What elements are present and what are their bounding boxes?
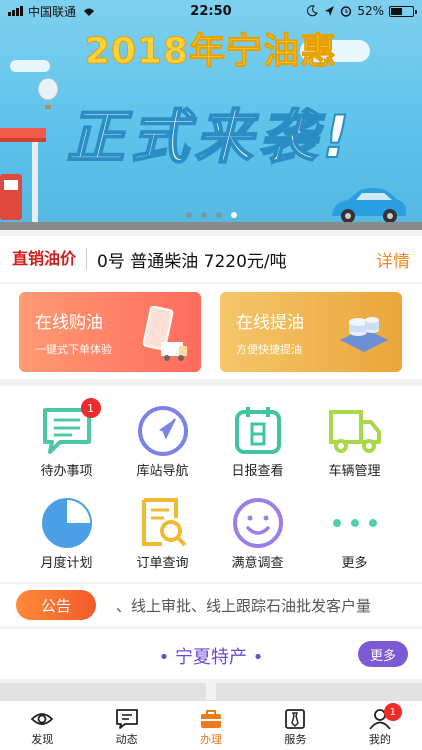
special-products-header: • 宁夏特产 • 更多 (0, 629, 422, 679)
oil-price-bar: 直销油价 0号 普通柴油 7220元/吨 详情 (0, 236, 422, 282)
announcement-tag: 公告 (16, 590, 96, 620)
grid-item-daily-report[interactable]: 日报查看 (205, 386, 310, 479)
battery-icon (389, 5, 417, 17)
tab-label: 我的 (368, 733, 391, 746)
status-time: 22:50 (190, 3, 232, 19)
price-text: 0号 普通柴油 7220元/吨 (97, 251, 287, 272)
announcement-bar[interactable]: 公告 、线上审批、线上跟踪石油批发客户量 (0, 584, 422, 626)
status-bar: 中国联通 22:50 52% (0, 0, 422, 22)
carousel-dot[interactable] (200, 212, 207, 218)
grid-item-monthly-plan[interactable]: 月度计划 (14, 478, 119, 571)
announcement-text: 、线上审批、线上跟踪石油批发客户量 (116, 596, 372, 615)
grid-label: 满意调查 (231, 556, 284, 571)
grid-label: 日报查看 (231, 464, 284, 479)
moon-icon (307, 5, 319, 17)
feature-grid: 1 待办事项 库站导航 日报查看 车辆管理 月度计划 订单查询 满意调查 更多 (0, 386, 422, 582)
special-more-button[interactable]: 更多 (358, 641, 408, 667)
carrier-label: 中国联通 (28, 4, 77, 19)
smile-icon (230, 496, 286, 550)
grid-item-vehicles[interactable]: 车辆管理 (302, 386, 407, 479)
order-search-icon (135, 496, 191, 550)
user-icon: 1 (368, 703, 402, 731)
location-icon (325, 6, 335, 16)
grid-label: 更多 (341, 556, 368, 571)
quick-actions: 在线购油 一键式下单体验 在线提油 方便快捷提油 (0, 284, 422, 379)
calendar-icon (230, 404, 286, 458)
tab-handle[interactable]: 办理 (169, 701, 253, 750)
tab-label: 发现 (31, 733, 54, 746)
grid-label: 订单查询 (136, 556, 189, 571)
grid-item-more[interactable]: 更多 (302, 478, 407, 571)
online-pickup-card[interactable]: 在线提油 方便快捷提油 (220, 292, 402, 372)
promo-banner[interactable]: 2018年宁油惠 正式来袭! (0, 0, 422, 230)
more-icon (327, 496, 383, 550)
tab-mine[interactable]: 1 我的 (338, 701, 422, 750)
storage-tank-icon (340, 317, 388, 352)
tie-icon (284, 707, 306, 731)
car-illustration (332, 188, 406, 223)
online-buy-card[interactable]: 在线购油 一键式下单体验 (19, 292, 201, 372)
battery-percent: 52% (357, 4, 384, 18)
carousel-dot[interactable] (185, 212, 192, 218)
mine-badge: 1 (383, 703, 402, 721)
tab-label: 服务 (284, 733, 307, 746)
battery-level (391, 7, 402, 15)
pie-chart-icon (39, 496, 95, 550)
alarm-icon (341, 6, 352, 17)
message-icon: 1 (39, 398, 101, 458)
grid-item-order-search[interactable]: 订单查询 (110, 478, 215, 571)
todo-badge: 1 (80, 398, 101, 418)
tab-news[interactable]: 动态 (84, 701, 168, 750)
tab-discover[interactable]: 发现 (0, 701, 84, 750)
tab-label: 动态 (115, 733, 138, 746)
navigation-icon (135, 404, 191, 458)
grid-item-survey[interactable]: 满意调查 (205, 478, 310, 571)
news-icon (115, 707, 139, 731)
bottom-tab-bar: 发现 动态 办理 服务 1 我的 (0, 700, 422, 750)
phone-truck-icon (142, 306, 187, 361)
eye-icon (30, 707, 54, 731)
grid-item-navigation[interactable]: 库站导航 (110, 386, 215, 479)
banner-title: 2018年宁油惠 (84, 31, 338, 73)
tab-label: 办理 (200, 733, 223, 746)
carousel-dot[interactable] (215, 212, 222, 218)
banner-subtitle: 正式来袭! (66, 102, 356, 172)
price-tag: 直销油价 (12, 248, 88, 270)
price-detail-link[interactable]: 详情 (376, 247, 410, 272)
grid-label: 库站导航 (136, 464, 189, 479)
tab-service[interactable]: 服务 (253, 701, 337, 750)
briefcase-icon (199, 707, 223, 731)
truck-icon (327, 404, 383, 458)
grid-item-todo[interactable]: 1 待办事项 (14, 386, 119, 479)
grid-label: 月度计划 (40, 556, 93, 571)
carousel-dots[interactable] (0, 212, 422, 218)
wifi-icon (84, 8, 95, 16)
grid-label: 车辆管理 (328, 464, 381, 479)
road-strip (0, 222, 422, 230)
signal-icon (8, 6, 23, 16)
carousel-dot-active[interactable] (230, 212, 237, 218)
grid-label: 待办事项 (40, 464, 93, 479)
